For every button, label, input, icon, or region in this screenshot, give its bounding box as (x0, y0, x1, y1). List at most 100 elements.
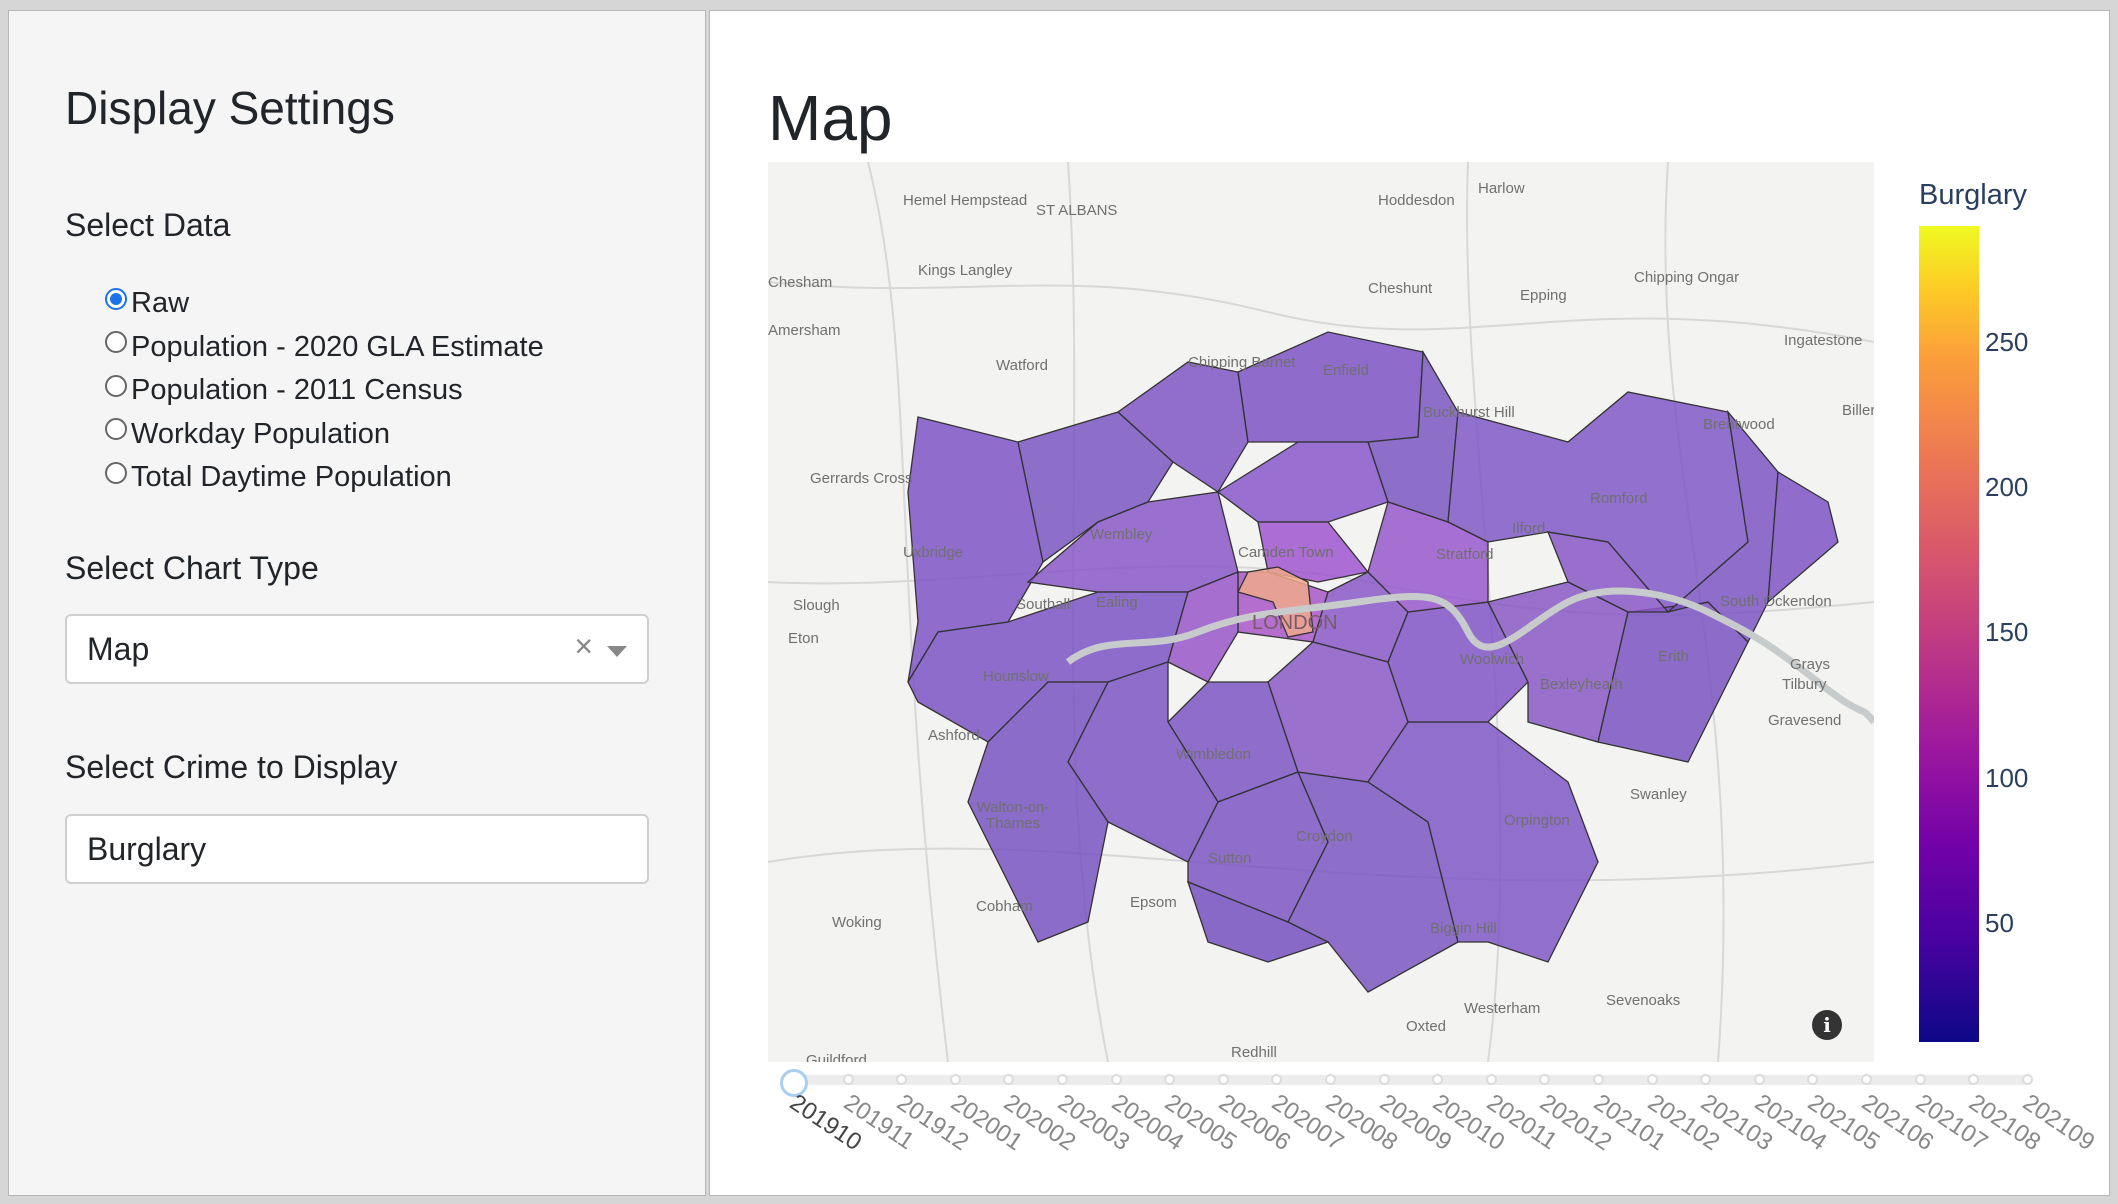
map-label: Sutton (1208, 850, 1252, 867)
slider-dot[interactable] (949, 1074, 961, 1085)
slider-dot[interactable] (1057, 1074, 1068, 1085)
crime-value: Burglary (87, 830, 207, 867)
chart-type-label: Select Chart Type (65, 550, 319, 586)
radio-option-population-2020[interactable]: Population - 2020 GLA Estimate (105, 326, 544, 370)
slider-dot[interactable] (1217, 1074, 1229, 1085)
data-radio-group: Raw Population - 2020 GLA Estimate Popul… (105, 282, 544, 500)
map-label: Ilford (1512, 520, 1546, 537)
slider-dot[interactable] (1593, 1074, 1604, 1085)
sidebar-title: Display Settings (65, 82, 395, 134)
map-label: Bexleyheath (1540, 676, 1623, 693)
slider-dot[interactable] (1110, 1074, 1122, 1085)
map-label: Sevenoaks (1606, 992, 1681, 1009)
map-label: Swanley (1630, 786, 1687, 803)
map-label: Oxted (1406, 1018, 1447, 1035)
map-label: Chesham (768, 274, 833, 291)
colorbar-tick: 50 (1985, 908, 2014, 938)
map-label: Romford (1590, 490, 1648, 507)
map-label: Slough (793, 597, 840, 614)
radio-label: Total Daytime Population (131, 461, 452, 494)
colorbar-tick: 250 (1985, 327, 2029, 357)
slider-dot[interactable] (842, 1074, 854, 1085)
page-title: Map (768, 82, 893, 154)
slider-dot[interactable] (1861, 1074, 1872, 1085)
map-label: Camden Town (1238, 544, 1334, 561)
map-label: Ingatestone (1784, 332, 1863, 349)
colorbar-tick: 100 (1985, 763, 2029, 793)
map-label: Erith (1658, 648, 1689, 665)
crime-input[interactable]: Burglary (65, 814, 649, 884)
slider-dot[interactable] (1914, 1074, 1926, 1085)
map-label: Billeri (1842, 402, 1874, 419)
map-label: ST ALBANS (1036, 202, 1118, 219)
colorbar-tick: 200 (1985, 472, 2029, 502)
map-label: Uxbridge (903, 544, 964, 561)
radio-option-total-daytime-population[interactable]: Total Daytime Population (105, 456, 544, 500)
map-label: Woolwich (1460, 651, 1524, 668)
colorbar (1919, 226, 1979, 1042)
map-label: Grays (1790, 656, 1831, 673)
slider-dot[interactable] (1646, 1074, 1658, 1085)
map-label: Epping (1520, 287, 1567, 304)
radio-button[interactable] (105, 287, 127, 310)
slider-dot[interactable] (1485, 1074, 1497, 1085)
slider-dot[interactable] (1378, 1074, 1390, 1085)
chart-type-dropdown[interactable]: Map × (65, 614, 649, 684)
radio-option-population-2011[interactable]: Population - 2011 Census (105, 369, 544, 413)
map-label: Biggin Hill (1430, 920, 1497, 937)
map-label: Harlow (1478, 180, 1525, 197)
map-label: South Ockendon (1720, 593, 1832, 610)
info-icon[interactable]: i (1812, 1010, 1842, 1040)
map-label: Ashford (928, 727, 980, 744)
map-label: Ealing (1096, 594, 1138, 611)
map-label: Walton-on-Thames (976, 799, 1050, 832)
radio-option-workday-population[interactable]: Workday Population (105, 413, 544, 457)
map-label: Watford (996, 357, 1048, 374)
radio-button[interactable] (105, 331, 127, 354)
map-label: Wimbledon (1176, 746, 1252, 763)
borough-regions (907, 331, 1839, 993)
radio-button[interactable] (105, 418, 127, 441)
map-label: Brentwood (1703, 416, 1775, 433)
time-slider-track[interactable] (790, 1075, 2028, 1085)
main-panel: Map Harlow Hoddesdon Hemel Hempstead ST … (709, 10, 2110, 1196)
colorbar-title: Burglary (1919, 179, 2027, 211)
radio-label: Workday Population (131, 417, 391, 450)
map-label: Amersham (768, 322, 841, 339)
colorbar-tick: 150 (1985, 617, 2029, 647)
choropleth-map[interactable]: Harlow Hoddesdon Hemel Hempstead ST ALBA… (768, 162, 1874, 1062)
map-label: Hoddesdon (1378, 192, 1455, 209)
map-label: Orpington (1504, 812, 1570, 829)
map-label: Redhill (1231, 1044, 1277, 1061)
map-label: Woking (832, 914, 882, 931)
clear-icon[interactable]: × (574, 628, 593, 665)
sidebar: Display Settings Select Data Raw Populat… (8, 10, 706, 1196)
map-label: Chipping Barnet (1188, 354, 1296, 371)
map-label: Guildford (806, 1052, 867, 1062)
chevron-down-icon[interactable] (607, 646, 627, 657)
slider-dot[interactable] (1325, 1074, 1336, 1085)
map-label: Chipping Ongar (1634, 269, 1740, 286)
map-label: Enfield (1323, 362, 1369, 379)
radio-button[interactable] (105, 461, 127, 484)
map-label: Hounslow (983, 668, 1049, 685)
map-label: Cobham (976, 898, 1033, 915)
slider-dot[interactable] (2021, 1074, 2033, 1085)
map-label: Hemel Hempstead (903, 192, 1028, 209)
map-label: Southall (1016, 596, 1071, 613)
map-label: Stratford (1436, 546, 1494, 563)
radio-button[interactable] (105, 374, 127, 397)
map-label: Eton (788, 630, 819, 647)
map-label: Westerham (1464, 1000, 1541, 1017)
map-label: Epsom (1130, 894, 1177, 911)
map-label: Croydon (1296, 828, 1353, 845)
radio-option-raw[interactable]: Raw (105, 282, 544, 326)
crime-label: Select Crime to Display (65, 749, 398, 785)
map-label: Wembley (1090, 526, 1153, 543)
radio-label: Population - 2011 Census (131, 374, 463, 407)
slider-dot[interactable] (1753, 1074, 1765, 1085)
map-label: Kings Langley (918, 262, 1013, 279)
radio-label: Population - 2020 GLA Estimate (131, 330, 544, 363)
chart-type-value: Map (87, 630, 150, 667)
map-label: Cheshunt (1368, 280, 1433, 297)
